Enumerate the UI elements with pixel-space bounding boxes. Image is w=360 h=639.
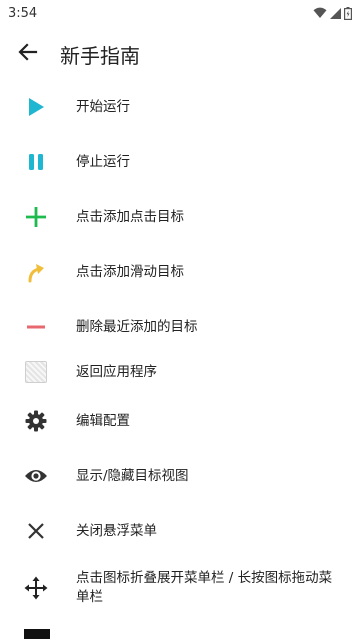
status-icons [313, 6, 352, 20]
list-item-start: 开始运行 [0, 92, 360, 122]
list-item-label: 删除最近添加的目标 [76, 319, 198, 335]
list-item-add-click: 点击添加点击目标 [0, 202, 360, 232]
status-time: 3:54 [8, 5, 38, 21]
list-item-label: 停止运行 [76, 154, 130, 170]
list-item-label: 编辑配置 [76, 413, 130, 429]
plus-icon [22, 203, 50, 231]
list-item-close-menu: 关闭悬浮菜单 [0, 516, 360, 546]
list-item-label: 显示/隐藏目标视图 [76, 468, 189, 484]
list-item-label: 返回应用程序 [76, 364, 157, 380]
gear-icon [22, 407, 50, 435]
list-item-label: 开始运行 [76, 99, 130, 115]
page-title: 新手指南 [60, 43, 140, 68]
list-item-remove-last: 删除最近添加的目标 [0, 312, 360, 342]
minus-icon [22, 313, 50, 341]
list-item-add-swipe: 点击添加滑动目标 [0, 257, 360, 287]
close-icon [22, 517, 50, 545]
app-bar: 新手指南 [0, 26, 360, 82]
app-thumbnail-icon [22, 358, 50, 386]
back-arrow-icon [18, 42, 38, 66]
partial-list-icon [24, 629, 50, 639]
swipe-arrow-icon [22, 258, 50, 286]
list-item-label: 关闭悬浮菜单 [76, 523, 157, 539]
move-arrows-icon [22, 574, 50, 602]
battery-icon [344, 6, 352, 20]
wifi-icon [313, 7, 327, 19]
list-item-label: 点击图标折叠展开菜单栏 / 长按图标拖动菜单栏 [76, 570, 333, 605]
pause-icon [22, 148, 50, 176]
eye-icon [22, 462, 50, 490]
list-item-edit-config: 编辑配置 [0, 406, 360, 436]
signal-icon [330, 7, 341, 19]
status-bar: 3:54 [0, 0, 360, 26]
list-item-label: 点击添加点击目标 [76, 209, 184, 225]
play-icon [22, 93, 50, 121]
list-item-label: 点击添加滑动目标 [76, 264, 184, 280]
list-item-back-to-app: 返回应用程序 [0, 357, 360, 387]
list-item-toggle-target-view: 显示/隐藏目标视图 [0, 461, 360, 491]
list-item-menu-bar-hint: 点击图标折叠展开菜单栏 / 长按图标拖动菜单栏 [0, 568, 360, 608]
back-button[interactable] [0, 26, 56, 82]
list-item-stop: 停止运行 [0, 147, 360, 177]
